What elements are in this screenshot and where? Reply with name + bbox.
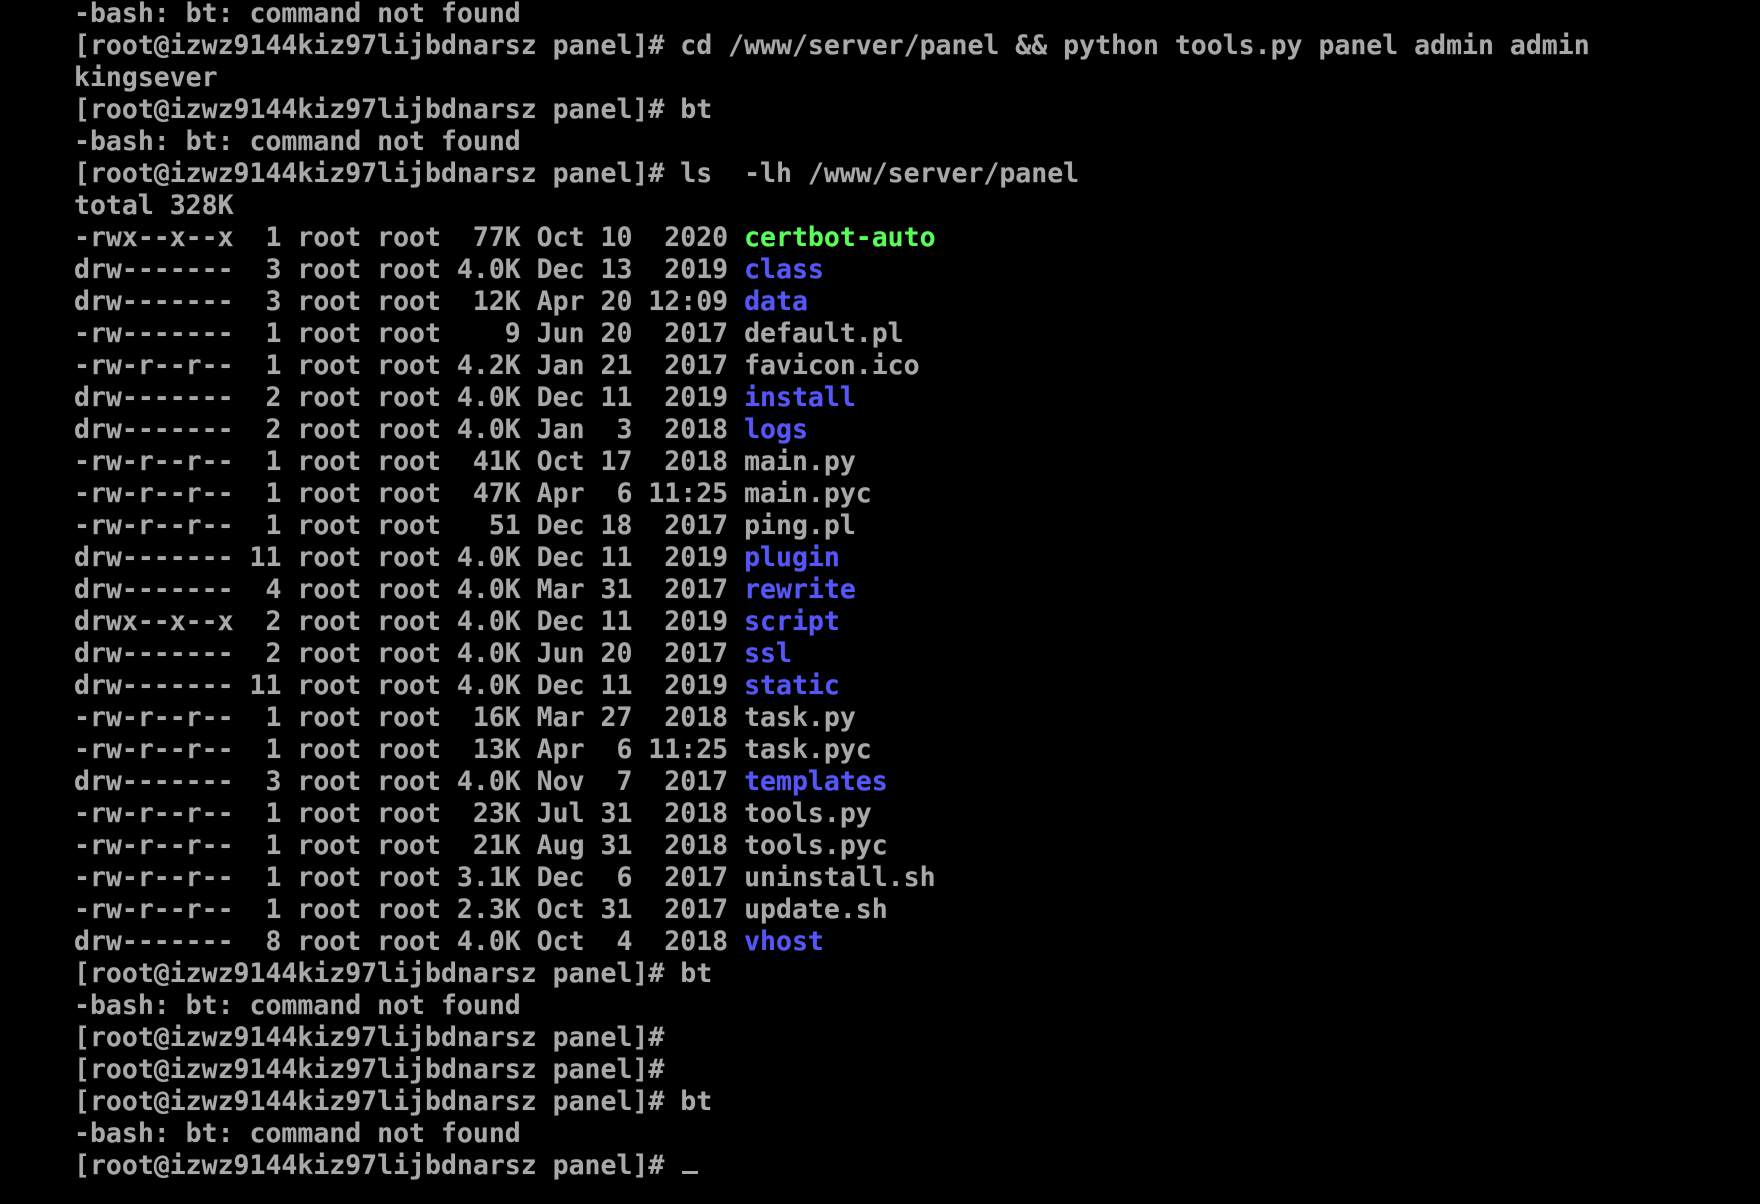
terminal-output-line: total 328K: [74, 190, 234, 221]
terminal-output-line: -bash: bt: command not found: [74, 1118, 521, 1149]
file-metadata: -rw-r--r-- 1 root root 13K Apr 6 11:25: [74, 734, 745, 765]
shell-prompt: [root@izwz9144kiz97lijbdnarsz panel]#: [74, 30, 681, 61]
terminal-prompt-line: [root@izwz9144kiz97lijbdnarsz panel]#: [74, 1054, 1754, 1086]
executable-name: certbot-auto: [744, 222, 936, 253]
directory-name: ssl: [744, 638, 792, 669]
file-listing-row: drw------- 2 root root 4.0K Jun 20 2017 …: [74, 638, 1754, 670]
file-metadata: drw------- 3 root root 12K Apr 20 12:09: [74, 286, 745, 317]
file-name: tools.py: [744, 798, 872, 829]
file-metadata: -rw-r--r-- 1 root root 47K Apr 6 11:25: [74, 478, 745, 509]
directory-name: logs: [744, 414, 808, 445]
file-listing-row: -rw-r--r-- 1 root root 4.2K Jan 21 2017 …: [74, 350, 1754, 382]
file-metadata: drw------- 11 root root 4.0K Dec 11 2019: [74, 670, 745, 701]
terminal-screen[interactable]: -bash: bt: command not found [root@izwz91…: [74, 0, 1754, 1202]
directory-name: plugin: [744, 542, 840, 573]
file-metadata: -rwx--x--x 1 root root 77K Oct 10 2020: [74, 222, 745, 253]
file-metadata: -rw-r--r-- 1 root root 2.3K Oct 31 2017: [74, 894, 745, 925]
file-metadata: drw------- 8 root root 4.0K Oct 4 2018: [74, 926, 745, 957]
file-name: main.py: [744, 446, 856, 477]
file-listing-row: -rw-r--r-- 1 root root 21K Aug 31 2018 t…: [74, 830, 1754, 862]
directory-name: class: [744, 254, 824, 285]
file-listing-row: -rw-r--r-- 1 root root 47K Apr 6 11:25 m…: [74, 478, 1754, 510]
file-metadata: drw------- 2 root root 4.0K Jan 3 2018: [74, 414, 745, 445]
file-listing-row: -rw-r--r-- 1 root root 16K Mar 27 2018 t…: [74, 702, 1754, 734]
file-listing-row: -rw-r--r-- 1 root root 51 Dec 18 2017 pi…: [74, 510, 1754, 542]
terminal-output-line: -bash: bt: command not found: [74, 0, 521, 29]
shell-prompt: [root@izwz9144kiz97lijbdnarsz panel]#: [74, 1054, 681, 1085]
file-metadata: drwx--x--x 2 root root 4.0K Dec 11 2019: [74, 606, 745, 637]
file-name: uninstall.sh: [744, 862, 936, 893]
file-listing-row: -rwx--x--x 1 root root 77K Oct 10 2020 c…: [74, 222, 1754, 254]
shell-prompt: [root@izwz9144kiz97lijbdnarsz panel]#: [74, 1150, 681, 1181]
terminal-prompt-line: [root@izwz9144kiz97lijbdnarsz panel]# bt: [74, 1086, 1754, 1118]
file-listing-row: drw------- 3 root root 4.0K Dec 13 2019 …: [74, 254, 1754, 286]
shell-command: cd /www/server/panel && python tools.py …: [680, 30, 1590, 61]
file-name: ping.pl: [744, 510, 856, 541]
file-metadata: -rw-r--r-- 1 root root 21K Aug 31 2018: [74, 830, 745, 861]
file-metadata: -rw-r--r-- 1 root root 16K Mar 27 2018: [74, 702, 745, 733]
terminal-output-line: -bash: bt: command not found: [74, 990, 521, 1021]
file-listing-row: drw------- 2 root root 4.0K Jan 3 2018 l…: [74, 414, 1754, 446]
shell-prompt: [root@izwz9144kiz97lijbdnarsz panel]#: [74, 958, 681, 989]
terminal-output-line: kingsever: [74, 62, 218, 93]
file-listing-row: drw------- 3 root root 12K Apr 20 12:09 …: [74, 286, 1754, 318]
file-listing-row: drw------- 11 root root 4.0K Dec 11 2019…: [74, 542, 1754, 574]
shell-command: ls -lh /www/server/panel: [680, 158, 1080, 189]
file-listing-row: -rw-r--r-- 1 root root 3.1K Dec 6 2017 u…: [74, 862, 1754, 894]
terminal-output-line: -bash: bt: command not found: [74, 126, 521, 157]
directory-name: static: [744, 670, 840, 701]
file-listing-row: drw------- 2 root root 4.0K Dec 11 2019 …: [74, 382, 1754, 414]
shell-command: bt: [680, 94, 713, 125]
directory-name: install: [744, 382, 856, 413]
file-listing-row: drw------- 3 root root 4.0K Nov 7 2017 t…: [74, 766, 1754, 798]
shell-prompt: [root@izwz9144kiz97lijbdnarsz panel]#: [74, 1022, 681, 1053]
shell-command: bt: [680, 958, 713, 989]
file-metadata: -rw-r--r-- 1 root root 41K Oct 17 2018: [74, 446, 745, 477]
file-metadata: -rw-r--r-- 1 root root 3.1K Dec 6 2017: [74, 862, 745, 893]
directory-name: vhost: [744, 926, 824, 957]
file-listing-row: drw------- 11 root root 4.0K Dec 11 2019…: [74, 670, 1754, 702]
file-listing-row: drwx--x--x 2 root root 4.0K Dec 11 2019 …: [74, 606, 1754, 638]
file-name: task.pyc: [744, 734, 872, 765]
terminal-prompt-line: [root@izwz9144kiz97lijbdnarsz panel]# bt: [74, 958, 1754, 990]
directory-name: data: [744, 286, 808, 317]
file-listing-row: drw------- 4 root root 4.0K Mar 31 2017 …: [74, 574, 1754, 606]
file-name: main.pyc: [744, 478, 872, 509]
file-name: update.sh: [744, 894, 888, 925]
file-metadata: -rw-r--r-- 1 root root 23K Jul 31 2018: [74, 798, 745, 829]
file-name: favicon.ico: [744, 350, 920, 381]
shell-prompt: [root@izwz9144kiz97lijbdnarsz panel]#: [74, 158, 681, 189]
file-name: default.pl: [744, 318, 904, 349]
file-listing-row: -rw-r--r-- 1 root root 13K Apr 6 11:25 t…: [74, 734, 1754, 766]
file-name: tools.pyc: [744, 830, 888, 861]
terminal-active-prompt: [root@izwz9144kiz97lijbdnarsz panel]#: [74, 1150, 1754, 1182]
shell-command: bt: [680, 1086, 713, 1117]
terminal-prompt-line: [root@izwz9144kiz97lijbdnarsz panel]#: [74, 1022, 1754, 1054]
file-metadata: drw------- 4 root root 4.0K Mar 31 2017: [74, 574, 745, 605]
file-listing-row: drw------- 8 root root 4.0K Oct 4 2018 v…: [74, 926, 1754, 958]
file-metadata: -rw-r--r-- 1 root root 51 Dec 18 2017: [74, 510, 745, 541]
shell-prompt: [root@izwz9144kiz97lijbdnarsz panel]#: [74, 1086, 681, 1117]
file-listing-row: -rw-r--r-- 1 root root 41K Oct 17 2018 m…: [74, 446, 1754, 478]
text-cursor: [682, 1171, 699, 1174]
file-metadata: drw------- 2 root root 4.0K Dec 11 2019: [74, 382, 745, 413]
file-metadata: -rw------- 1 root root 9 Jun 20 2017: [74, 318, 745, 349]
file-metadata: drw------- 2 root root 4.0K Jun 20 2017: [74, 638, 745, 669]
directory-name: script: [744, 606, 840, 637]
file-metadata: drw------- 3 root root 4.0K Nov 7 2017: [74, 766, 745, 797]
shell-prompt: [root@izwz9144kiz97lijbdnarsz panel]#: [74, 94, 681, 125]
directory-name: templates: [744, 766, 888, 797]
file-metadata: drw------- 11 root root 4.0K Dec 11 2019: [74, 542, 745, 573]
file-metadata: drw------- 3 root root 4.0K Dec 13 2019: [74, 254, 745, 285]
file-metadata: -rw-r--r-- 1 root root 4.2K Jan 21 2017: [74, 350, 745, 381]
file-listing-row: -rw-r--r-- 1 root root 23K Jul 31 2018 t…: [74, 798, 1754, 830]
directory-name: rewrite: [744, 574, 856, 605]
file-listing-row: -rw------- 1 root root 9 Jun 20 2017 def…: [74, 318, 1754, 350]
file-name: task.py: [744, 702, 856, 733]
terminal-prompt-line: [root@izwz9144kiz97lijbdnarsz panel]# ls…: [74, 158, 1754, 190]
terminal-prompt-line: [root@izwz9144kiz97lijbdnarsz panel]# bt: [74, 94, 1754, 126]
terminal-prompt-line: [root@izwz9144kiz97lijbdnarsz panel]# cd…: [74, 30, 1754, 62]
file-listing-row: -rw-r--r-- 1 root root 2.3K Oct 31 2017 …: [74, 894, 1754, 926]
